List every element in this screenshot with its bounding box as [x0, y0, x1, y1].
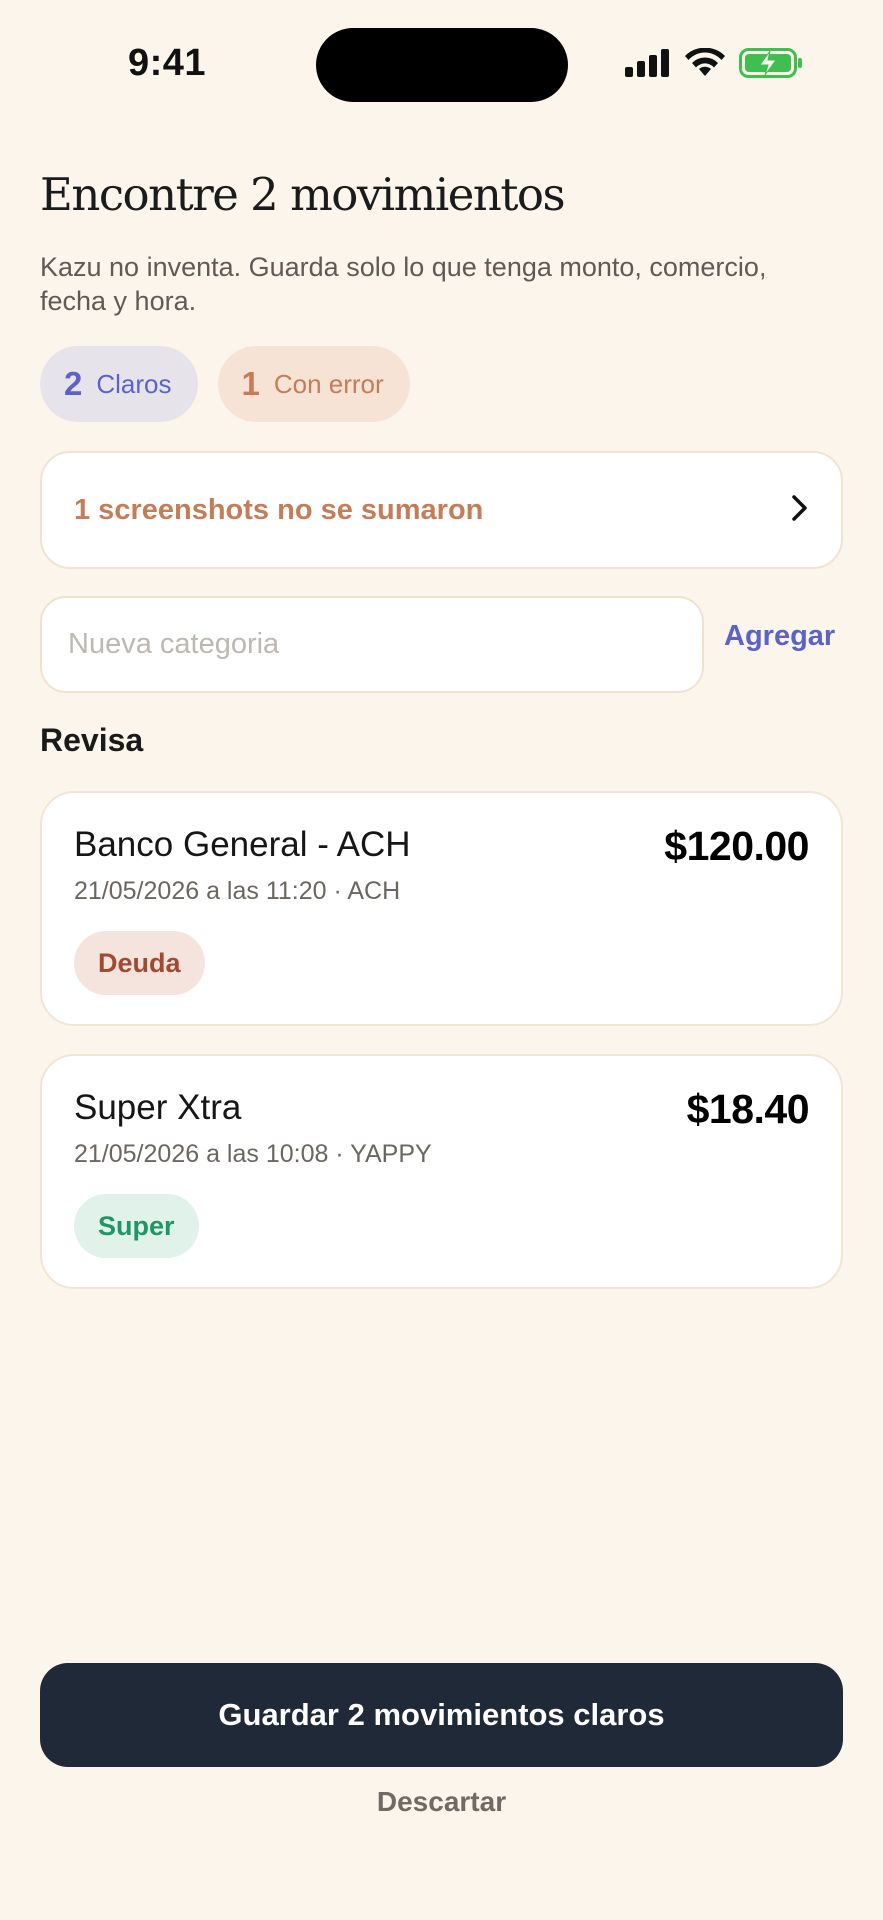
page-subtitle: Kazu no inventa. Guarda solo lo que teng… — [40, 252, 767, 316]
status-time: 9:41 — [128, 42, 207, 84]
category-tag[interactable]: Deuda — [74, 931, 205, 995]
chevron-right-icon — [789, 493, 811, 528]
category-tag[interactable]: Super — [74, 1194, 199, 1258]
transaction-card[interactable]: Super Xtra $18.40 21/05/2026 a las 10:08… — [40, 1054, 843, 1289]
transaction-merchant: Banco General - ACH — [74, 825, 411, 864]
review-section-label: Revisa — [40, 722, 144, 758]
unsummed-screenshots-row[interactable]: 1 screenshots no se sumaron — [40, 451, 843, 569]
transaction-amount: $120.00 — [664, 823, 809, 869]
status-icons — [625, 47, 803, 83]
dynamic-island — [316, 28, 568, 102]
save-movements-button[interactable]: Guardar 2 movimientos claros — [40, 1663, 843, 1767]
error-label: Con error — [273, 368, 384, 399]
signal-icon — [625, 49, 671, 82]
error-count-pill[interactable]: 1 Con error — [217, 346, 410, 422]
transaction-meta: 21/05/2026 a las 11:20 · ACH — [74, 877, 401, 905]
new-category-input[interactable] — [40, 596, 704, 693]
add-category-button[interactable]: Agregar — [724, 620, 835, 653]
clear-count: 2 — [64, 365, 83, 402]
transaction-merchant: Super Xtra — [74, 1088, 242, 1127]
page-title: Encontre 2 movimientos — [40, 168, 566, 221]
error-count: 1 — [241, 365, 260, 402]
clear-count-pill[interactable]: 2 Claros — [40, 346, 198, 422]
battery-charging-icon — [739, 48, 803, 83]
transaction-card[interactable]: Banco General - ACH $120.00 21/05/2026 a… — [40, 791, 843, 1026]
status-bar: 9:41 — [0, 0, 883, 130]
clear-label: Claros — [96, 368, 172, 399]
status-pills: 2 Claros 1 Con error — [40, 346, 410, 422]
transaction-amount: $18.40 — [686, 1086, 810, 1132]
transaction-meta: 21/05/2026 a las 10:08 · YAPPY — [74, 1140, 432, 1168]
discard-button[interactable]: Descartar — [0, 1786, 883, 1818]
wifi-icon — [685, 47, 725, 83]
warning-text: 1 screenshots no se sumaron — [74, 493, 484, 526]
